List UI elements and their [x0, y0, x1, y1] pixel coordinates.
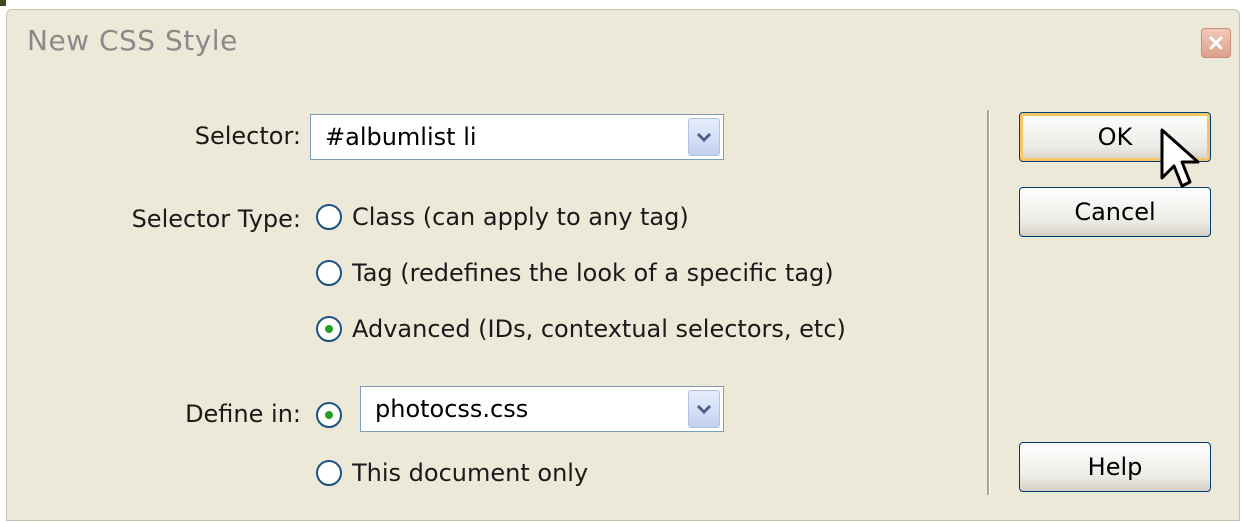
this-document-label: This document only: [352, 459, 589, 487]
vertical-divider: [987, 110, 989, 495]
selector-type-tag-option[interactable]: Tag (redefines the look of a specific ta…: [316, 259, 834, 287]
new-css-style-dialog: New CSS Style Selector: #albumlist li Se…: [6, 9, 1240, 521]
selector-label: Selector:: [194, 122, 301, 150]
this-document-radio[interactable]: [316, 460, 342, 486]
tag-radio-label: Tag (redefines the look of a specific ta…: [352, 259, 834, 287]
define-in-file-radio[interactable]: [316, 402, 342, 428]
cancel-button[interactable]: Cancel: [1019, 187, 1211, 237]
selector-value: #albumlist li: [325, 123, 477, 151]
class-radio-label: Class (can apply to any tag): [352, 203, 689, 231]
selector-type-class-option[interactable]: Class (can apply to any tag): [316, 203, 689, 231]
title-bar[interactable]: New CSS Style: [7, 10, 1239, 76]
close-button[interactable]: [1201, 28, 1231, 58]
chevron-down-icon: [696, 404, 712, 415]
selector-dropdown-button[interactable]: [688, 118, 720, 156]
define-in-document-option[interactable]: This document only: [316, 459, 588, 487]
define-in-dropdown-button[interactable]: [688, 390, 720, 428]
help-button[interactable]: Help: [1019, 442, 1211, 492]
dialog-title: New CSS Style: [27, 24, 238, 57]
chevron-down-icon: [696, 132, 712, 143]
selector-type-advanced-option[interactable]: Advanced (IDs, contextual selectors, etc…: [316, 315, 846, 343]
mouse-pointer-icon: [1160, 128, 1200, 188]
dialog-body: Selector: #albumlist li Selector Type: C…: [7, 76, 1239, 520]
tag-radio[interactable]: [316, 260, 342, 286]
window-corner: [0, 0, 6, 6]
selector-type-label: Selector Type:: [131, 205, 301, 233]
advanced-radio-label: Advanced (IDs, contextual selectors, etc…: [352, 315, 846, 343]
define-in-label: Define in:: [185, 400, 301, 428]
selector-combobox[interactable]: #albumlist li: [310, 114, 724, 160]
advanced-radio[interactable]: [316, 316, 342, 342]
define-in-file-value: photocss.css: [375, 395, 529, 423]
define-in-file-option[interactable]: [316, 402, 342, 428]
class-radio[interactable]: [316, 204, 342, 230]
define-in-file-combobox[interactable]: photocss.css: [360, 386, 724, 432]
close-icon: [1209, 36, 1223, 50]
